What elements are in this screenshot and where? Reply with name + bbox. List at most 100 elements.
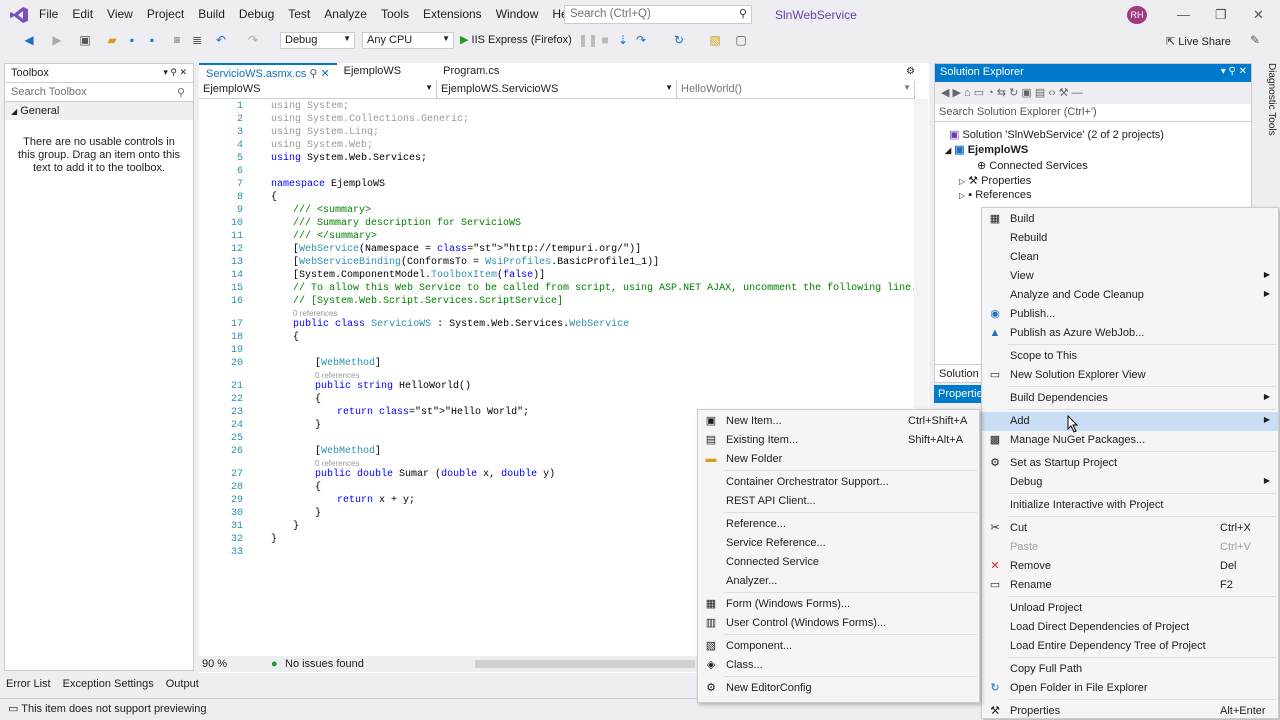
menu-item-class[interactable]: ◈ Class... xyxy=(698,656,979,675)
refresh-icon[interactable]: ↻ xyxy=(670,31,688,49)
menu-item-analyze[interactable]: Analyze xyxy=(317,0,374,29)
menu-item-build[interactable]: Build xyxy=(191,0,232,29)
menu-item-new-folder[interactable]: ▬ New Folder xyxy=(698,450,979,469)
tree-item-references[interactable]: ▷ ▪ References xyxy=(959,189,1031,201)
menu-item-initialize-interactive-with-project[interactable]: Initialize Interactive with Project xyxy=(982,496,1278,515)
close-icon[interactable]: ✕ xyxy=(320,68,329,80)
codelens-references[interactable]: 0 references xyxy=(315,371,359,380)
open-folder-icon[interactable]: ▰ xyxy=(103,31,121,49)
menu-item-copy-full-path[interactable]: Copy Full Path xyxy=(982,660,1278,679)
menu-item-build-dependencies[interactable]: Build Dependencies ▶ xyxy=(982,389,1278,408)
menu-item-manage-nuget-packages[interactable]: ▩ Manage NuGet Packages... xyxy=(982,431,1278,450)
menu-item-new-solution-explorer-view[interactable]: ▭ New Solution Explorer View xyxy=(982,366,1278,385)
menu-item-set-as-startup-project[interactable]: ⚙ Set as Startup Project xyxy=(982,454,1278,473)
menu-item-clean[interactable]: Clean xyxy=(982,248,1278,267)
save-all-icon[interactable]: ▪ xyxy=(143,31,161,49)
menu-item-container-orchestrator-support[interactable]: Container Orchestrator Support... xyxy=(698,473,979,492)
uncomment-icon[interactable]: ≣ xyxy=(188,31,206,49)
menu-item-debug[interactable]: Debug xyxy=(232,0,281,29)
menu-item-view[interactable]: View ▶ xyxy=(982,267,1278,286)
maximize-icon[interactable]: ❐ xyxy=(1215,7,1227,23)
close-icon[interactable]: ▾ ⚲ ✕ xyxy=(1221,66,1247,77)
tree-item-properties[interactable]: ▷ ⚒ Properties xyxy=(959,174,1031,187)
horizontal-scrollbar[interactable] xyxy=(475,660,695,668)
tree-item-connected-services[interactable]: ⊕ Connected Services xyxy=(977,159,1088,172)
type-nav-select[interactable]: EjemploWS.ServicioWS ▼ xyxy=(437,81,677,98)
pin-icon[interactable]: ⚲ xyxy=(309,68,317,80)
comment-icon[interactable]: ≡ xyxy=(168,31,186,49)
menu-item-add[interactable]: Add ▶ xyxy=(982,412,1278,431)
menu-item-user-control-windows-forms[interactable]: ▥ User Control (Windows Forms)... xyxy=(698,614,979,633)
menu-item-rest-api-client[interactable]: REST API Client... xyxy=(698,492,979,511)
tab-exception-settings[interactable]: Exception Settings xyxy=(57,676,160,692)
avatar[interactable]: RH xyxy=(1127,6,1147,24)
menu-item-project[interactable]: Project xyxy=(140,0,191,29)
back-icon[interactable]: ◀ xyxy=(20,31,38,49)
member-nav-select[interactable]: HelloWorld() ▼ xyxy=(677,81,915,98)
codelens-references[interactable]: 0 references xyxy=(315,459,359,468)
save-icon[interactable]: ▪ xyxy=(123,31,141,49)
menu-item-cut[interactable]: ✂ Cut Ctrl+X xyxy=(982,519,1278,538)
tab-ejemplows[interactable]: EjemploWS xyxy=(337,63,408,81)
menu-item-service-reference[interactable]: Service Reference... xyxy=(698,534,979,553)
zoom-level[interactable]: 90 % xyxy=(202,658,227,670)
menu-item-file[interactable]: File xyxy=(32,0,65,29)
project-node[interactable]: ◢ ▣ EjemploWS xyxy=(945,143,1028,156)
solution-tab[interactable]: Solution xyxy=(935,364,983,382)
menu-item-debug[interactable]: Debug ▶ xyxy=(982,473,1278,492)
menu-item-connected-service[interactable]: Connected Service xyxy=(698,553,979,572)
config-select[interactable]: Debug ▼ xyxy=(280,32,355,49)
menu-item-paste[interactable]: Paste Ctrl+V xyxy=(982,538,1278,557)
pause-icon[interactable]: ❚❚ xyxy=(578,31,598,49)
live-share-button[interactable]: ⇱ Live Share xyxy=(1166,35,1231,48)
menu-item-view[interactable]: View xyxy=(100,0,140,29)
menu-item-tools[interactable]: Tools xyxy=(374,0,416,29)
menu-item-test[interactable]: Test xyxy=(281,0,317,29)
step-into-icon[interactable]: ⇣ xyxy=(614,31,632,49)
menu-item-reference[interactable]: Reference... xyxy=(698,515,979,534)
menu-item-remove[interactable]: ✕ Remove Del xyxy=(982,557,1278,576)
menu-item-build[interactable]: ▦ Build xyxy=(982,210,1278,229)
menu-item-new-item[interactable]: ▣ New Item... Ctrl+Shift+A xyxy=(698,412,979,431)
toolbox-group[interactable]: ◢ General xyxy=(5,102,193,120)
screenshot-icon[interactable]: ▢ xyxy=(732,31,750,49)
menu-item-new-editorconfig[interactable]: ⚙ New EditorConfig xyxy=(698,679,979,698)
pin-icon[interactable]: ▾ ⚲ ✕ xyxy=(163,67,187,78)
menu-item-extensions[interactable]: Extensions xyxy=(416,0,489,29)
new-project-icon[interactable]: ▣ xyxy=(76,31,94,49)
feedback-icon[interactable]: ✎ xyxy=(1246,31,1264,49)
menu-item-properties[interactable]: ⚒ Properties Alt+Enter xyxy=(982,702,1278,720)
run-button[interactable]: ▶ IIS Express (Firefox) xyxy=(460,33,572,46)
menu-item-existing-item[interactable]: ▤ Existing Item... Shift+Alt+A xyxy=(698,431,979,450)
menu-item-rename[interactable]: ▭ Rename F2 xyxy=(982,576,1278,595)
menu-item-analyzer[interactable]: Analyzer... xyxy=(698,572,979,591)
menu-item-load-direct-dependencies-of-project[interactable]: Load Direct Dependencies of Project xyxy=(982,618,1278,637)
platform-select[interactable]: Any CPU ▼ xyxy=(362,32,454,49)
project-nav-select[interactable]: EjemploWS ▼ xyxy=(199,81,437,98)
menu-item-rebuild[interactable]: Rebuild xyxy=(982,229,1278,248)
menu-item-analyze-and-code-cleanup[interactable]: Analyze and Code Cleanup ▶ xyxy=(982,286,1278,305)
minimize-icon[interactable]: — xyxy=(1177,7,1190,22)
undo-icon[interactable]: ↶ xyxy=(212,31,230,49)
stop-icon[interactable]: ■ xyxy=(596,31,614,49)
menu-item-open-folder-in-file-explorer[interactable]: ↻ Open Folder in File Explorer xyxy=(982,679,1278,698)
search-input[interactable]: Search (Ctrl+Q) ⚲ xyxy=(564,5,752,24)
menu-item-edit[interactable]: Edit xyxy=(65,0,100,29)
redo-icon[interactable]: ↷ xyxy=(244,31,262,49)
forward-icon[interactable]: ▶ xyxy=(48,31,66,49)
close-icon[interactable]: ✕ xyxy=(1253,7,1264,23)
menu-item-form-windows-forms[interactable]: ▦ Form (Windows Forms)... xyxy=(698,595,979,614)
menu-item-component[interactable]: ▧ Component... xyxy=(698,637,979,656)
menu-item-publish-as-azure-webjob[interactable]: ▲ Publish as Azure WebJob... xyxy=(982,324,1278,343)
properties-panel-tab[interactable]: Properties xyxy=(934,385,988,403)
tab-output[interactable]: Output xyxy=(160,676,205,692)
menu-item-load-entire-dependency-tree-of-project[interactable]: Load Entire Dependency Tree of Project xyxy=(982,637,1278,656)
toolbox-search-input[interactable]: Search Toolbox ⚲ xyxy=(5,83,193,102)
menu-item-scope-to-this[interactable]: Scope to This xyxy=(982,347,1278,366)
tab-serviciows[interactable]: ServicioWS.asmx.cs ⚲ ✕ xyxy=(199,63,337,81)
issues-indicator[interactable]: No issues found xyxy=(285,658,364,670)
step-over-icon[interactable]: ↷ xyxy=(632,31,650,49)
diagnostic-tools-tab[interactable]: Diagnostic Tools xyxy=(1257,63,1277,143)
visual-studio-logo-icon[interactable] xyxy=(9,6,29,24)
codelens-references[interactable]: 0 references xyxy=(293,309,337,318)
